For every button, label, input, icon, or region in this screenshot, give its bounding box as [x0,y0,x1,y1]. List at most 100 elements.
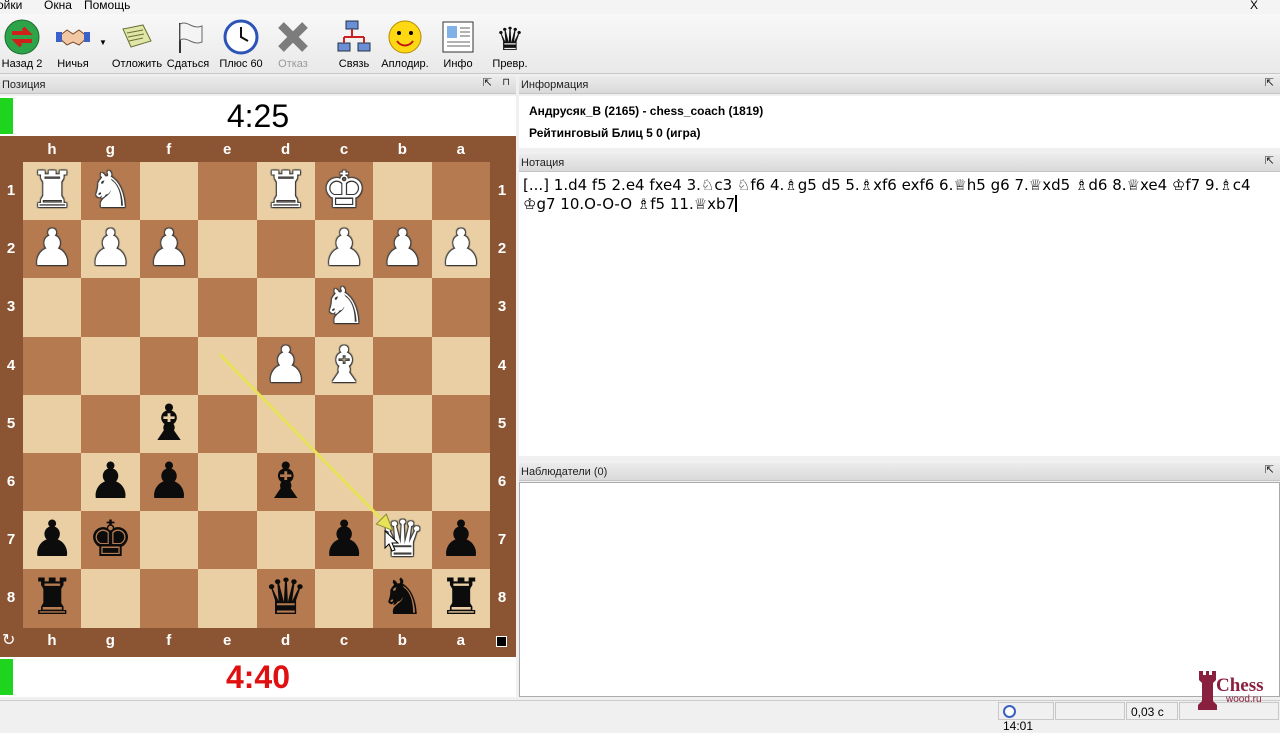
board-square-e5[interactable] [198,394,257,453]
observers-list[interactable] [519,482,1280,697]
white-pawn-h2[interactable]: ♟ [23,220,81,278]
move-list[interactable]: [...] 1.d4 f5 2.e4 fxe4 3.♘c3 ♘f6 4.♗g5 … [523,176,1275,214]
player-clock: 4:40 [0,657,516,697]
back-arrows-icon [4,19,40,55]
board-square-d2[interactable] [256,220,315,279]
board-square-d7[interactable] [256,511,315,570]
resign-button[interactable]: Сдаться [159,17,217,73]
board-square-a3[interactable] [431,278,491,337]
board-square-c5[interactable] [315,394,374,453]
board-square-b5[interactable] [373,394,432,453]
file-label-b: b [397,141,407,158]
pin-icon[interactable]: ⇱ [1265,154,1274,167]
menu-settings[interactable]: ойки [0,0,22,12]
decline-button[interactable]: Отказ [264,17,322,73]
white-knight-c3[interactable]: ♞ [315,278,373,336]
board-square-a6[interactable] [431,453,491,512]
board-square-e2[interactable] [198,220,257,279]
board-square-h3[interactable] [23,278,82,337]
board-square-e8[interactable] [198,569,257,628]
board-square-g3[interactable] [81,278,140,337]
queen-icon: ♛ [496,20,525,55]
promotion-button[interactable]: ♛ Превр. [481,17,539,73]
board-square-h5[interactable] [23,394,82,453]
black-pawn-h7[interactable]: ♟ [23,511,81,569]
board-square-c8[interactable] [315,569,374,628]
black-rook-a8[interactable]: ♜ [432,569,490,627]
draw-dropdown-icon[interactable]: ▼ [99,38,107,47]
close-button[interactable]: X [1250,0,1258,12]
black-rook-h8[interactable]: ♜ [23,569,81,627]
board-square-d5[interactable] [256,394,315,453]
white-pawn-b2[interactable]: ♟ [373,220,431,278]
file-label-g: g [105,632,115,649]
board-square-g5[interactable] [81,394,140,453]
white-rook-h1[interactable]: ♜ [23,162,81,220]
chesswood-logo: Chess wood.ru [1196,666,1276,712]
board-square-g8[interactable] [81,569,140,628]
board-square-f7[interactable] [139,511,199,570]
board-square-e7[interactable] [198,511,257,570]
notation-panel[interactable]: [...] 1.d4 f5 2.e4 fxe4 3.♘c3 ♘f6 4.♗g5 … [519,172,1280,456]
menu-help[interactable]: Помощь [84,0,130,12]
board-square-e6[interactable] [198,453,257,512]
status-empty-cell [1055,702,1125,720]
white-rook-d1[interactable]: ♜ [257,162,315,220]
black-pawn-g6[interactable]: ♟ [81,453,139,511]
board-square-e4[interactable] [198,336,257,395]
draw-button[interactable]: Ничья [44,17,102,73]
board-square-g4[interactable] [81,336,140,395]
info-button[interactable]: Инфо [429,17,487,73]
board-square-a1[interactable] [431,162,491,221]
rank-label-4: 4 [6,356,16,374]
board-square-f1[interactable] [139,162,199,221]
cross-icon [278,22,308,52]
white-knight-g1[interactable]: ♞ [81,162,139,220]
board-square-h4[interactable] [23,336,82,395]
board-square-f8[interactable] [139,569,199,628]
adjourn-button[interactable]: Отложить [108,17,166,73]
board-square-b3[interactable] [373,278,432,337]
board-square-b1[interactable] [373,162,432,221]
white-pawn-c2[interactable]: ♟ [315,220,373,278]
rank-label-8: 8 [6,589,16,607]
chess-board[interactable]: ♜ ♞ ♜ ♚ ♟ ♟ ♟ ♟ ♟ ♟ ♞ ♟ ♝ ♛ ♝ ♟ ♟ ♝ ♟ ♚ ♟ ♟ ♜ ♛ ♞ ♜ [23,162,491,628]
white-king-c1[interactable]: ♚ [315,162,373,220]
white-pawn-d4[interactable]: ♟ [257,337,315,395]
board-square-b4[interactable] [373,336,432,395]
plus-60-button[interactable]: Плюс 60 [212,17,270,73]
black-bishop-f5[interactable]: ♝ [140,395,198,453]
black-bishop-d6[interactable]: ♝ [257,453,315,511]
connection-button[interactable]: Связь [325,17,383,73]
black-pawn-f6[interactable]: ♟ [140,453,198,511]
board-square-d3[interactable] [256,278,315,337]
white-bishop-c4[interactable]: ♝ [315,337,373,395]
flip-board-icon[interactable]: ↻ [2,630,15,650]
board-square-a5[interactable] [431,394,491,453]
board-square-a4[interactable] [431,336,491,395]
board-square-h6[interactable] [23,453,82,512]
board-square-c6[interactable] [315,453,374,512]
info-panel-title: Информация [521,79,589,91]
white-pawn-g2[interactable]: ♟ [81,220,139,278]
board-square-e3[interactable] [198,278,257,337]
black-pawn-c7[interactable]: ♟ [315,511,373,569]
board-square-f3[interactable] [139,278,199,337]
rank-label-7: 7 [497,531,507,549]
pin-icon[interactable]: ⇱ [483,76,492,89]
black-queen-d8[interactable]: ♛ [257,569,315,627]
board-square-e1[interactable] [198,162,257,221]
board-square-f4[interactable] [139,336,199,395]
board-square-b6[interactable] [373,453,432,512]
white-pawn-a2[interactable]: ♟ [432,220,490,278]
black-knight-b8[interactable]: ♞ [373,569,431,627]
black-pawn-a7[interactable]: ♟ [432,511,490,569]
menu-windows[interactable]: Окна [44,0,72,12]
applaud-button[interactable]: Аплодир. [376,17,434,73]
white-pawn-f2[interactable]: ♟ [140,220,198,278]
pin-icon[interactable]: ⇱ [1265,76,1274,89]
pin-icon-2[interactable]: ⊓ [502,77,510,88]
players-line: Андрусяк_В (2165) - chess_coach (1819) [529,104,764,118]
pin-icon[interactable]: ⇱ [1265,463,1274,476]
black-king-g7[interactable]: ♚ [81,511,139,569]
